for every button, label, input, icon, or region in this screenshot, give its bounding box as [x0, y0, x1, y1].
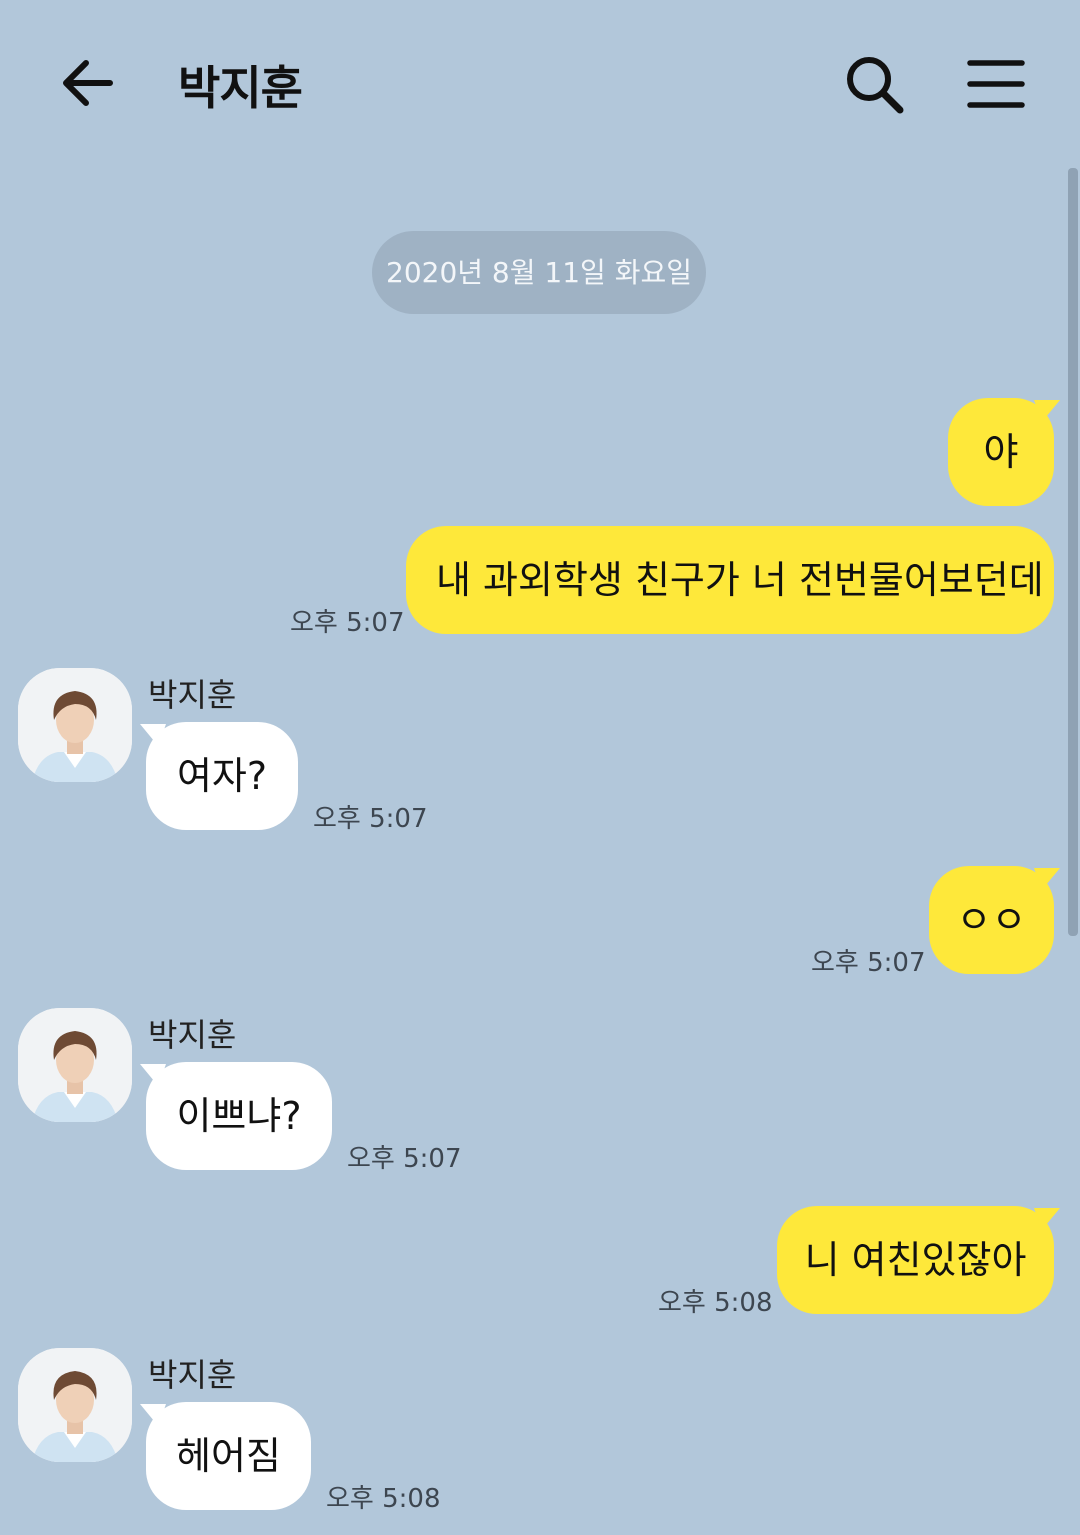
profile-photo-icon	[18, 1348, 132, 1462]
hamburger-menu-icon	[967, 60, 1025, 108]
message-text: 헤어짐	[176, 1434, 281, 1478]
my-message-bubble[interactable]: 야	[948, 398, 1054, 506]
profile-photo-icon	[18, 1008, 132, 1122]
search-icon	[847, 57, 904, 114]
message-text: 니 여친있잖아	[804, 1238, 1027, 1282]
message-text: 여자?	[176, 754, 268, 798]
my-message-bubble[interactable]: ㅇㅇ	[929, 866, 1054, 974]
message-text: 내 과외학생 친구가 너 전번물어보던데	[436, 558, 1044, 602]
message-time: 오후 5:07	[290, 608, 405, 638]
message-time: 오후 5:07	[811, 948, 926, 978]
back-button[interactable]	[56, 50, 120, 114]
date-divider: 2020년 8월 11일 화요일	[372, 231, 706, 314]
scrollbar[interactable]	[1068, 168, 1078, 936]
message-time: 오후 5:07	[313, 804, 428, 834]
search-button[interactable]	[842, 52, 908, 118]
their-message-bubble[interactable]: 여자?	[146, 722, 298, 830]
menu-button[interactable]	[966, 56, 1026, 112]
avatar[interactable]	[18, 1348, 132, 1462]
message-text: ㅇㅇ	[956, 898, 1027, 942]
my-message-bubble[interactable]: 내 과외학생 친구가 너 전번물어보던데	[406, 526, 1054, 634]
avatar[interactable]	[18, 668, 132, 782]
avatar[interactable]	[18, 1008, 132, 1122]
message-time: 오후 5:08	[326, 1484, 441, 1514]
sender-name: 박지훈	[148, 1016, 237, 1054]
their-message-bubble[interactable]: 헤어짐	[146, 1402, 311, 1510]
chat-header: 박지훈	[0, 0, 1080, 170]
chat-title: 박지훈	[178, 61, 303, 115]
my-message-bubble[interactable]: 니 여친있잖아	[777, 1206, 1054, 1314]
their-message-bubble[interactable]: 이쁘냐?	[146, 1062, 332, 1170]
message-text: 이쁘냐?	[176, 1094, 302, 1138]
message-text: 야	[983, 430, 1019, 474]
message-time: 오후 5:07	[347, 1144, 462, 1174]
arrow-left-icon	[63, 60, 113, 106]
sender-name: 박지훈	[148, 676, 237, 714]
message-time: 오후 5:08	[658, 1288, 773, 1318]
profile-photo-icon	[18, 668, 132, 782]
sender-name: 박지훈	[148, 1356, 237, 1394]
